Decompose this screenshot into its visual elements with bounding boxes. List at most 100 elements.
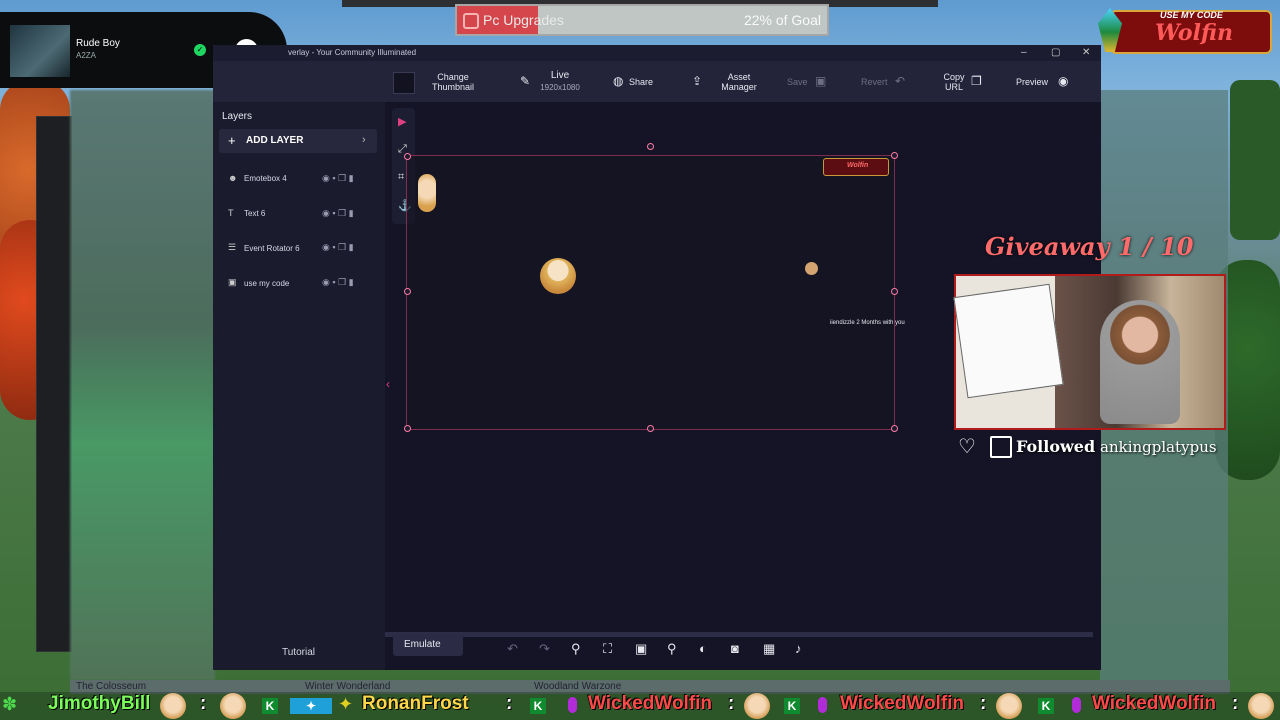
camera-icon[interactable]: ◙ <box>731 641 739 656</box>
sparkle-icon: ✦ <box>338 694 354 714</box>
scene-tab[interactable]: The Colosseum <box>76 681 146 692</box>
emote-image <box>160 693 186 719</box>
mic-icon <box>568 697 577 713</box>
undo-icon[interactable]: ↶ <box>507 641 518 657</box>
code-banner-name: Wolfin <box>1155 20 1233 46</box>
resize-handle[interactable] <box>891 152 898 159</box>
chat-separator: : <box>200 693 207 714</box>
copy-url-button[interactable]: Copy URL <box>938 72 970 92</box>
layer-item[interactable]: Event Rotator 6 <box>244 244 300 253</box>
globe-icon: ◍ <box>613 74 624 88</box>
event-rotator-text[interactable]: iiendizzle 2 Months with you <box>830 320 905 327</box>
layer-actions[interactable]: ◉ ▪ ❐ ▮ <box>322 277 354 288</box>
follow-alert-user: ankingplatypus <box>1100 438 1217 456</box>
goal-bar: Pc Upgrades 22% of Goal <box>455 4 829 36</box>
undo-icon: ↶ <box>895 74 906 88</box>
change-thumbnail-button[interactable]: Change Thumbnail <box>425 72 481 92</box>
emote-image[interactable] <box>418 174 436 212</box>
mic-icon <box>1072 697 1081 713</box>
layer-item[interactable]: use my code <box>244 279 289 288</box>
grid-icon[interactable]: ▦ <box>763 641 775 657</box>
layers-sidebar <box>213 102 385 670</box>
gear-icon: ✽ <box>2 694 18 714</box>
layer-item[interactable]: Text 6 <box>244 209 265 218</box>
chat-username: WickedWolfin <box>588 693 713 714</box>
add-layer-label: ADD LAYER <box>246 135 304 146</box>
streamer <box>1100 300 1180 424</box>
twitch-icon <box>990 436 1012 458</box>
volume-icon[interactable]: ♪ <box>795 641 802 656</box>
chat-separator: : <box>980 693 987 714</box>
chat-separator: : <box>1232 693 1239 714</box>
mic-icon <box>818 697 827 713</box>
background-window-blur <box>70 90 215 680</box>
list-icon: ☰ <box>228 242 237 252</box>
resize-handle[interactable] <box>891 288 898 295</box>
scene-tab[interactable]: Winter Wonderland <box>305 681 390 692</box>
goal-progress-label: 22% of Goal <box>743 12 821 28</box>
chat-separator: : <box>506 693 513 714</box>
follow-alert-label: Followed <box>1016 437 1096 456</box>
share-button[interactable]: Share <box>629 77 653 87</box>
plus-icon: + <box>228 133 236 148</box>
emote-image <box>744 693 770 719</box>
emote-image <box>220 693 246 719</box>
chat-username: WickedWolfin <box>840 693 965 714</box>
emote-icon: ☻ <box>228 173 238 183</box>
emote-image[interactable] <box>540 258 576 294</box>
thumbnail-preview[interactable] <box>393 72 415 94</box>
minimize-button[interactable]: – <box>1021 45 1027 61</box>
resize-handle[interactable] <box>404 153 411 160</box>
overlay-canvas[interactable] <box>406 155 895 430</box>
track-artist: A2ZA <box>76 51 97 60</box>
chevron-left-icon[interactable]: ‹ <box>386 377 390 391</box>
redo-icon[interactable]: ↷ <box>539 641 550 657</box>
crop-tool-icon[interactable]: ⌗ <box>398 171 404 184</box>
revert-button[interactable]: Revert <box>861 77 888 87</box>
heart-icon: ♡ <box>958 436 976 458</box>
k-badge-icon: K <box>784 698 800 714</box>
close-button[interactable]: ✕ <box>1082 45 1090 61</box>
resolution-label: 1920x1080 <box>540 83 580 92</box>
resize-handle[interactable] <box>891 425 898 432</box>
upload-icon: ⇪ <box>692 74 703 88</box>
timeline-bar <box>385 632 1093 637</box>
bush <box>1230 80 1280 240</box>
k-badge-icon: K <box>262 698 278 714</box>
copy-icon: ❐ <box>971 74 982 88</box>
resize-handle[interactable] <box>647 143 654 150</box>
badge-icon: ✦ <box>290 698 332 714</box>
chat-username: WickedWolfin <box>1092 693 1217 714</box>
save-icon: ▣ <box>815 74 827 88</box>
preview-button[interactable]: Preview <box>1016 77 1048 87</box>
emulate-label: Emulate <box>404 639 441 650</box>
maximize-button[interactable]: ▢ <box>1051 45 1060 61</box>
layer-item[interactable]: Emotebox 4 <box>244 174 287 183</box>
zoom-in-icon[interactable]: ⚲ <box>667 641 677 657</box>
fullscreen-icon[interactable]: ▣ <box>635 641 647 657</box>
live-button[interactable]: Live <box>538 71 582 81</box>
check-icon[interactable]: ✓ <box>194 44 206 56</box>
layer-actions[interactable]: ◉ ▪ ❐ ▮ <box>322 242 354 253</box>
layer-actions[interactable]: ◉ ▪ ❐ ▮ <box>322 173 354 184</box>
text-icon: T <box>228 208 234 218</box>
resize-handle[interactable] <box>647 425 654 432</box>
emote-image[interactable] <box>805 262 818 275</box>
track-title: Rude Boy <box>76 38 120 49</box>
tutorial-button[interactable]: Tutorial <box>282 647 315 658</box>
zoom-out-icon[interactable]: ⚲ <box>571 641 581 657</box>
layer-actions[interactable]: ◉ ▪ ❐ ▮ <box>322 208 354 219</box>
select-tool-icon[interactable]: ▶ <box>398 115 406 128</box>
emote-image <box>1248 693 1274 719</box>
chat-username: RonanFrost <box>362 693 469 714</box>
resize-handle[interactable] <box>404 288 411 295</box>
background-browser-window <box>36 116 72 652</box>
scene-tab[interactable]: Woodland Warzone <box>534 681 621 692</box>
goal-title: Pc Upgrades <box>483 12 564 28</box>
save-button[interactable]: Save <box>787 77 808 87</box>
fit-screen-icon[interactable]: ⛶ <box>603 641 612 657</box>
contrast-icon[interactable]: ◐ <box>699 641 707 656</box>
k-badge-icon: K <box>1038 698 1054 714</box>
resize-handle[interactable] <box>404 425 411 432</box>
asset-manager-button[interactable]: Asset Manager <box>712 72 766 92</box>
